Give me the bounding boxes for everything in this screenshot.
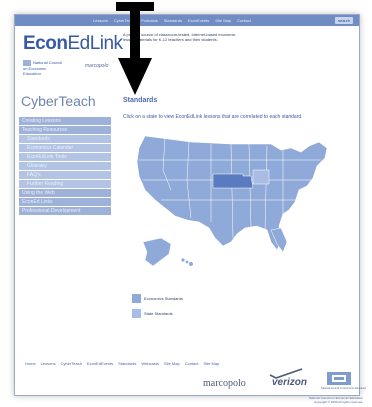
ncee-logo[interactable] — [327, 372, 351, 385]
sidebar-item[interactable]: Further Reading — [19, 180, 111, 189]
state-alaska[interactable] — [142, 237, 172, 267]
down-arrow-icon — [116, 2, 154, 95]
sidebar-item[interactable]: FAQ's — [19, 171, 111, 180]
footer-link[interactable]: Webcasts — [141, 361, 159, 366]
footer-link[interactable]: CyberTeach — [61, 361, 82, 366]
ncee-emblem-icon — [332, 375, 346, 382]
section-title: CyberTeach — [21, 93, 96, 109]
sidebar-item[interactable]: Creating Lessons — [19, 117, 111, 126]
map-instruction: Click on a state to view EconEdLink less… — [123, 114, 303, 120]
ncee-partner-logo: National Council on Economic Education — [23, 60, 63, 76]
legend-item[interactable]: Economics Standards — [132, 294, 183, 303]
ncee-logo-caption: National Council on Economic Education — [321, 387, 367, 390]
footer-link[interactable]: Standards — [118, 361, 136, 366]
marcopolo-logo[interactable]: marcopolo — [203, 378, 246, 389]
copyright-line-2: Copyright © 2006 All rights reserved. — [314, 400, 363, 404]
legend-item[interactable]: State Standards — [132, 309, 183, 318]
top-nav-link[interactable]: EconEvents — [188, 18, 209, 23]
footer-link[interactable]: Site Map — [204, 361, 220, 366]
top-nav-link[interactable]: Lessons — [93, 18, 108, 23]
state-hawaii[interactable] — [181, 258, 193, 266]
top-nav-link[interactable]: Contact — [237, 18, 251, 23]
footer-link[interactable]: Home — [25, 361, 36, 366]
logo-econ: Econ — [23, 33, 68, 54]
legend-label: State Standards — [144, 311, 173, 316]
sidebar-item[interactable]: EconEdLink Tools — [19, 153, 111, 162]
search-button[interactable]: search — [335, 17, 353, 24]
verizon-logo[interactable]: verizon — [272, 377, 307, 388]
legend-swatch — [132, 294, 141, 303]
sidebar-item[interactable]: Using the Web — [19, 189, 111, 198]
map-legend: Economics Standards State Standards — [132, 294, 183, 324]
sidebar-item[interactable]: Standards — [19, 135, 111, 144]
sidebar-item[interactable]: Economics Calendar — [19, 144, 111, 153]
top-nav-link[interactable]: Site Map — [215, 18, 231, 23]
sidebar-item[interactable]: Glossary — [19, 162, 111, 171]
copyright: National Council on Economic Education C… — [293, 396, 363, 404]
page-frame: Lessons CyberTeach Podcasts Standards EconEv… — [14, 14, 366, 404]
top-navigation: Lessons CyberTeach Podcasts Standards EconEv… — [15, 15, 359, 26]
footer-link[interactable]: Lessons — [41, 361, 56, 366]
page-title: Standards — [123, 97, 158, 104]
top-nav-link[interactable]: Standards — [164, 18, 182, 23]
us-states-map[interactable] — [131, 130, 341, 275]
sidebar-item[interactable]: EconEd Links — [19, 198, 111, 207]
sidebar-item[interactable]: Teaching Resources — [19, 126, 111, 135]
state-iowa-highlight[interactable] — [252, 169, 270, 185]
footer-link[interactable]: EconEdEvents — [87, 361, 113, 366]
footer-navigation: Home Lessons CyberTeach EconEdEvents Standar… — [25, 361, 219, 366]
sidebar-nav: Creating Lessons Teaching Resources Standa… — [19, 117, 111, 216]
marcopolo-logo-top: marcopolo — [85, 63, 109, 69]
footer-link[interactable]: Site Map — [164, 361, 180, 366]
legend-swatch — [132, 309, 141, 318]
footer-link[interactable]: Contact — [185, 361, 199, 366]
econedlink-logo[interactable]: EconEdLink — [23, 33, 123, 55]
state-nebraska-highlight[interactable] — [212, 173, 254, 189]
legend-label: Economics Standards — [144, 296, 183, 301]
sidebar-item[interactable]: Professional Development — [19, 207, 111, 216]
